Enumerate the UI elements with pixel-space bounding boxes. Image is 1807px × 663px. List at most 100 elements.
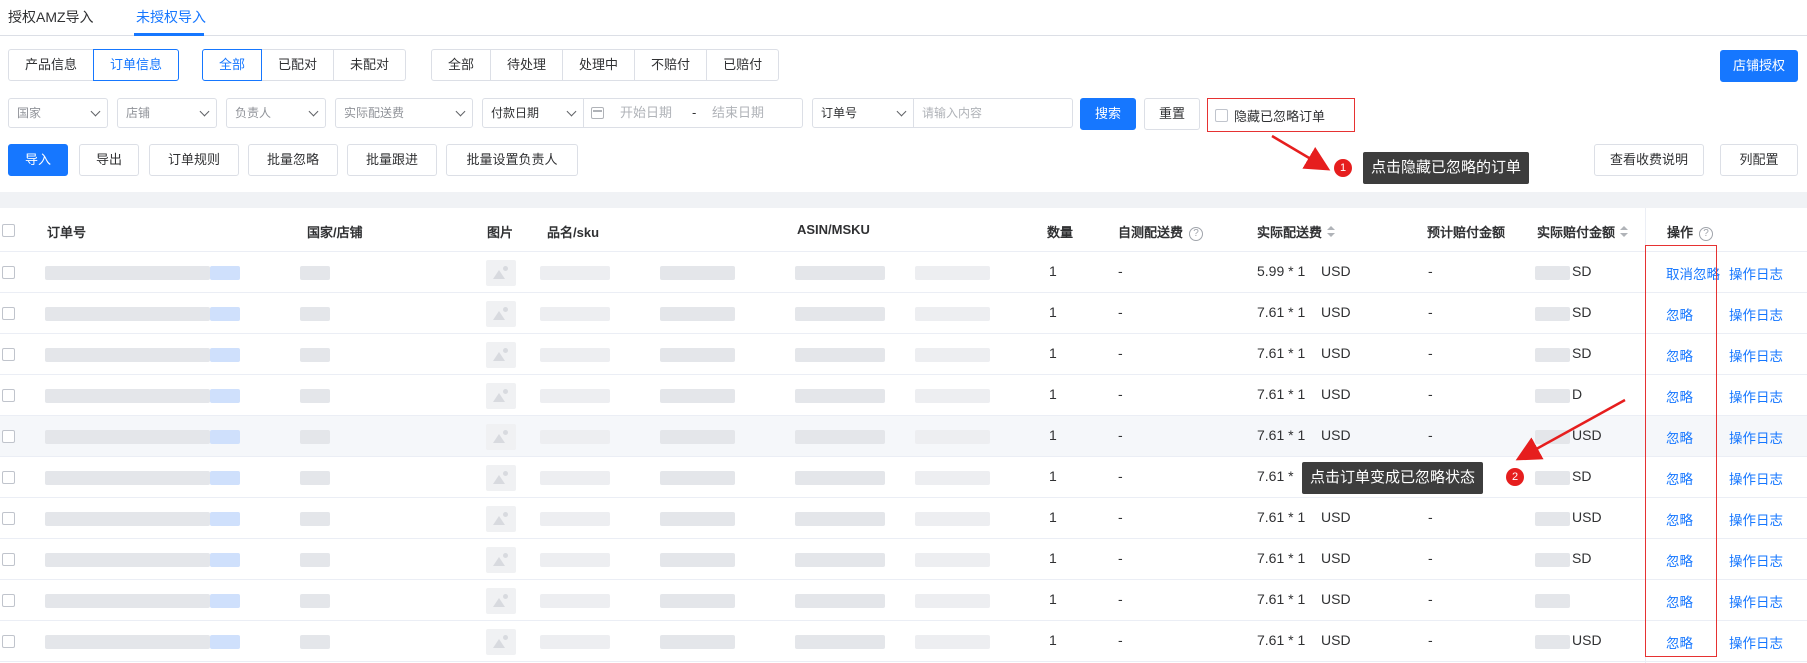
ignore-link[interactable]: 取消忽略 [1666, 263, 1720, 283]
country-select[interactable]: 国家 [8, 98, 108, 128]
status-filter-all[interactable]: 全部 [431, 49, 492, 81]
match-filter-matched[interactable]: 已配对 [261, 49, 335, 81]
table-row[interactable]: 1 - 7.61 * 1 USD - USD 忽略 操作日志 [0, 498, 1807, 539]
search-input[interactable]: 请输入内容 [913, 98, 1073, 128]
self-fee-cell: - [1118, 427, 1123, 443]
checkbox[interactable] [1215, 109, 1228, 122]
operation-log-link[interactable]: 操作日志 [1729, 386, 1783, 406]
ignore-link[interactable]: 忽略 [1666, 304, 1693, 324]
redacted-order-no [210, 307, 240, 321]
ignore-link[interactable]: 忽略 [1666, 591, 1693, 611]
operation-log-link[interactable]: 操作日志 [1729, 509, 1783, 529]
fee-info-button[interactable]: 查看收费说明 [1594, 144, 1704, 176]
table-row[interactable]: 1 - 7.61 * 1 USD - USD 忽略 操作日志 [0, 416, 1807, 457]
ignore-link[interactable]: 忽略 [1666, 386, 1693, 406]
self-fee-cell: - [1118, 304, 1123, 320]
select-all-checkbox[interactable] [2, 224, 15, 237]
ignore-link[interactable]: 忽略 [1666, 509, 1693, 529]
redacted-sku [660, 430, 735, 444]
end-date-input[interactable]: 结束日期 [712, 99, 764, 127]
status-filter-no-compensation[interactable]: 不赔付 [634, 49, 708, 81]
row-checkbox[interactable] [2, 594, 15, 607]
tab-order-info[interactable]: 订单信息 [93, 49, 180, 81]
search-button[interactable]: 搜索 [1080, 98, 1136, 130]
start-date-input[interactable]: 开始日期 [620, 99, 672, 127]
header-actual-compensation[interactable]: 实际赔付金额 [1537, 222, 1629, 241]
sort-icon[interactable] [1327, 226, 1336, 238]
help-icon[interactable]: ? [1189, 227, 1204, 241]
date-type-select-label: 付款日期 [491, 106, 540, 120]
batch-set-owner-button[interactable]: 批量设置负责人 [446, 144, 578, 176]
operation-log-link[interactable]: 操作日志 [1729, 427, 1783, 447]
ignore-link[interactable]: 忽略 [1666, 345, 1693, 365]
header-operations: 操作? [1667, 222, 1714, 241]
redacted-order-no [45, 348, 210, 362]
export-button[interactable]: 导出 [79, 144, 139, 176]
operation-log-link[interactable]: 操作日志 [1729, 304, 1783, 324]
operation-log-link[interactable]: 操作日志 [1729, 263, 1783, 283]
search-field-select[interactable]: 订单号 [812, 98, 914, 128]
actual-fee-currency: USD [1321, 509, 1351, 525]
redacted-order-no [45, 553, 210, 567]
order-rules-button[interactable]: 订单规则 [149, 144, 239, 176]
import-button[interactable]: 导入 [8, 144, 68, 176]
match-filter-all[interactable]: 全部 [202, 49, 263, 81]
ignore-link[interactable]: 忽略 [1666, 427, 1693, 447]
redacted-order-no [210, 553, 240, 567]
row-checkbox[interactable] [2, 471, 15, 484]
store-auth-button[interactable]: 店铺授权 [1720, 50, 1798, 82]
sort-icon[interactable] [1620, 226, 1629, 238]
operation-log-link[interactable]: 操作日志 [1729, 591, 1783, 611]
operation-log-link[interactable]: 操作日志 [1729, 345, 1783, 365]
actual-fee-currency: USD [1321, 304, 1351, 320]
table-row[interactable]: 1 - 7.61 * 1 USD - SD 忽略 操作日志 [0, 293, 1807, 334]
operation-log-link[interactable]: 操作日志 [1729, 550, 1783, 570]
redacted-compensation [1535, 512, 1570, 526]
row-checkbox[interactable] [2, 635, 15, 648]
date-type-select[interactable]: 付款日期 [482, 98, 584, 128]
operation-log-link[interactable]: 操作日志 [1729, 632, 1783, 652]
header-actual-compensation-label: 实际赔付金额 [1537, 225, 1616, 240]
table-row[interactable]: 1 - 7.61 * 1 USD - D 忽略 操作日志 [0, 375, 1807, 416]
actual-fee-cell: 7.61 * 1 [1257, 509, 1306, 525]
redacted-order-no [210, 348, 240, 362]
table-row[interactable]: 1 - 7.61 * SD 忽略 操作日志 [0, 457, 1807, 498]
row-checkbox[interactable] [2, 553, 15, 566]
redacted-asin [795, 307, 885, 321]
calendar-icon [591, 107, 604, 119]
status-filter-compensated[interactable]: 已赔付 [706, 49, 780, 81]
table-row[interactable]: 1 - 5.99 * 1 USD - SD 取消忽略 操作日志 [0, 252, 1807, 293]
status-filter-processing[interactable]: 处理中 [562, 49, 636, 81]
ignore-link[interactable]: 忽略 [1666, 550, 1693, 570]
owner-select[interactable]: 负责人 [226, 98, 326, 128]
store-select[interactable]: 店铺 [117, 98, 217, 128]
tab-authorized-amz-import[interactable]: 授权AMZ导入 [8, 7, 94, 27]
match-filter-unmatched[interactable]: 未配对 [333, 49, 407, 81]
shipping-fee-select[interactable]: 实际配送费 [335, 98, 473, 128]
tab-unauthorized-import[interactable]: 未授权导入 [136, 7, 206, 27]
table-row[interactable]: 1 - 7.61 * 1 USD - USD 忽略 操作日志 [0, 621, 1807, 662]
header-actual-fee[interactable]: 实际配送费 [1257, 222, 1336, 241]
row-checkbox[interactable] [2, 307, 15, 320]
table-row[interactable]: 1 - 7.61 * 1 USD - SD 忽略 操作日志 [0, 539, 1807, 580]
help-icon[interactable]: ? [1699, 227, 1714, 241]
date-range-picker[interactable]: 开始日期 - 结束日期 [583, 98, 803, 128]
status-filter-pending[interactable]: 待处理 [490, 49, 564, 81]
row-checkbox[interactable] [2, 266, 15, 279]
redacted-sku [660, 594, 735, 608]
table-row[interactable]: 1 - 7.61 * 1 USD - 忽略 操作日志 [0, 580, 1807, 621]
column-config-button[interactable]: 列配置 [1720, 144, 1798, 176]
row-checkbox[interactable] [2, 512, 15, 525]
ignore-link[interactable]: 忽略 [1666, 468, 1693, 488]
tab-product-info[interactable]: 产品信息 [8, 49, 95, 81]
row-checkbox[interactable] [2, 389, 15, 402]
table-row[interactable]: 1 - 7.61 * 1 USD - SD 忽略 操作日志 [0, 334, 1807, 375]
operation-log-link[interactable]: 操作日志 [1729, 468, 1783, 488]
reset-button[interactable]: 重置 [1144, 98, 1200, 130]
row-checkbox[interactable] [2, 430, 15, 443]
batch-ignore-button[interactable]: 批量忽略 [248, 144, 338, 176]
batch-follow-button[interactable]: 批量跟进 [347, 144, 437, 176]
row-checkbox[interactable] [2, 348, 15, 361]
hide-ignored-orders-checkbox[interactable]: 隐藏已忽略订单 [1207, 98, 1355, 132]
ignore-link[interactable]: 忽略 [1666, 632, 1693, 652]
